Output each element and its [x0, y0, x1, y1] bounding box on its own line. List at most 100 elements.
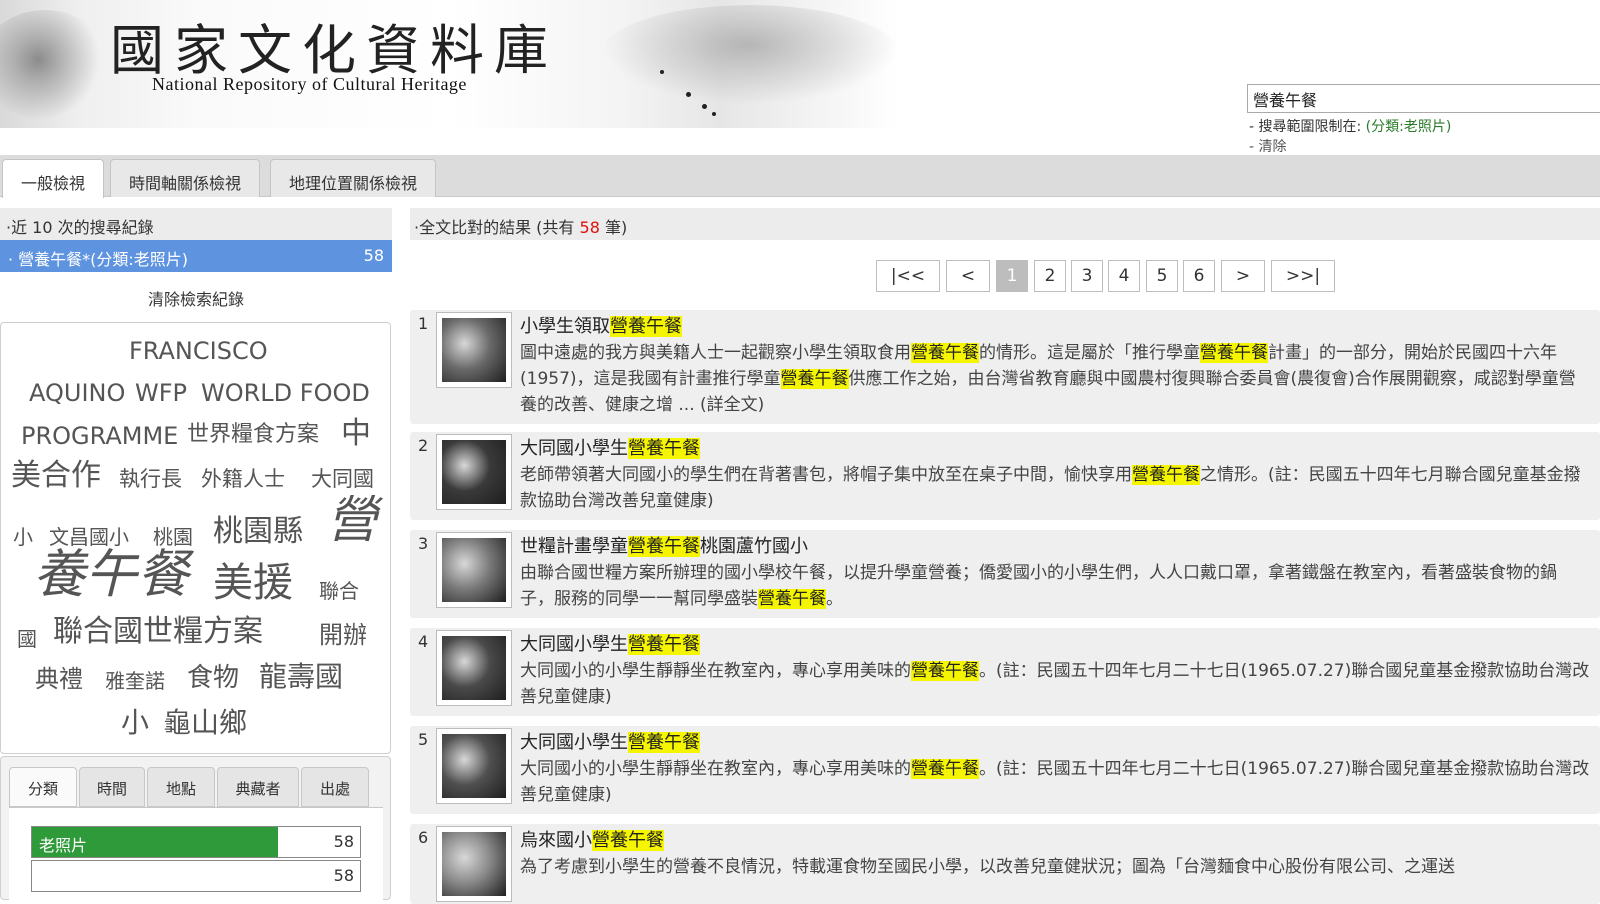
tag-link[interactable]: 美援 [213, 563, 293, 603]
result-description: 大同國小的小學生靜靜坐在教室內，專心享用美味的營養午餐。(註：民國五十四年七月二… [520, 756, 1590, 808]
history-item[interactable]: · 營養午餐*(分類:老照片) 58 [0, 240, 392, 272]
clear-history-button[interactable]: 清除檢索紀錄 [0, 286, 392, 310]
facet-tab-category[interactable]: 分類 [9, 767, 77, 807]
tab-geo-view[interactable]: 地理位置關係檢視 [270, 159, 437, 197]
facet-tab-place[interactable]: 地點 [147, 767, 215, 807]
tag-link[interactable]: 桃園縣 [213, 517, 303, 547]
tag-link[interactable]: 桃園 [153, 527, 193, 547]
highlighted-keyword: 營養午餐 [610, 316, 682, 337]
tag-link[interactable]: 龍壽國 [259, 663, 343, 691]
facet-tab-source[interactable]: 出處 [301, 767, 369, 807]
result-title-text: 大同國小學生 [520, 634, 628, 655]
tag-link[interactable]: 典禮 [35, 667, 83, 691]
result-thumbnail[interactable] [436, 728, 512, 804]
tag-link[interactable]: 文昌國小 [49, 527, 129, 547]
history-item-count: 58 [363, 246, 384, 265]
tag-link[interactable]: 營 [327, 495, 377, 545]
result-title-text: 桃園蘆竹國小 [700, 536, 808, 557]
tab-timeline-view[interactable]: 時間軸關係檢視 [110, 159, 261, 197]
tag-link[interactable]: 聯合國世糧方案 [53, 617, 263, 647]
result-title[interactable]: 大同國小學生營養午餐 [520, 728, 700, 754]
page-button[interactable]: 2 [1034, 260, 1066, 292]
clear-scope-link[interactable]: - 清除 [1249, 136, 1287, 155]
tag-link[interactable]: 美合作 [11, 461, 101, 491]
page-prev-button[interactable]: < [946, 260, 990, 292]
photo-thumbnail-image [442, 734, 506, 798]
tag-link[interactable]: 食物 [187, 665, 239, 691]
tag-link[interactable]: 外籍人士 [201, 469, 285, 490]
result-description: 老師帶領著大同國小的學生們在背著書包，將帽子集中放至在桌子中間，愉快享用營養午餐… [520, 462, 1590, 514]
page-button[interactable]: 6 [1183, 260, 1215, 292]
site-logo-subtitle: National Repository of Cultural Heritage [152, 74, 467, 94]
facet-tab-time[interactable]: 時間 [79, 767, 145, 807]
result-index: 5 [418, 730, 429, 749]
result-title[interactable]: 世糧計畫學童營養午餐桃園蘆竹國小 [520, 532, 808, 558]
tag-link[interactable]: 小 [13, 527, 33, 547]
page-first-button[interactable]: |<< [876, 260, 940, 292]
facet-count: 58 [333, 832, 354, 851]
tag-link[interactable]: FRANCISCO [129, 339, 268, 363]
result-thumbnail[interactable] [436, 434, 512, 510]
search-scope: - 搜尋範圍限制在: (分類:老照片) [1249, 116, 1451, 136]
ink-splat-decoration [702, 104, 707, 109]
site-banner[interactable]: 國家文化資料庫 National Repository of Cultural … [0, 0, 1000, 128]
highlighted-keyword: 營養午餐 [758, 589, 826, 609]
results-heading: ·全文比對的結果 (共有 58 筆) [410, 208, 1600, 240]
highlighted-keyword: 營養午餐 [1200, 343, 1268, 363]
facet-row[interactable]: 老照片 58 [31, 826, 361, 858]
page-next-button[interactable]: > [1221, 260, 1265, 292]
result-thumbnail[interactable] [436, 312, 512, 388]
tag-link[interactable]: 小 [121, 709, 149, 737]
facet-tab-collector[interactable]: 典藏者 [217, 767, 299, 807]
search-input[interactable] [1247, 84, 1600, 113]
ink-swirl-decoration [0, 10, 110, 120]
result-thumbnail[interactable] [436, 630, 512, 706]
result-description: 為了考慮到小學生的營養不良情況，特載運食物至國民小學，以改善兒童健狀況；圖為「台… [520, 854, 1590, 880]
search-scope-value[interactable]: (分類:老照片) [1366, 119, 1452, 135]
result-title[interactable]: 小學生領取營養午餐 [520, 312, 682, 338]
page-button[interactable]: 4 [1108, 260, 1140, 292]
tab-general-view[interactable]: 一般檢視 [2, 159, 105, 198]
history-heading: ·近 10 次的搜尋紀錄 [0, 208, 392, 240]
page-button[interactable]: 5 [1146, 260, 1178, 292]
tag-link[interactable]: 龜山鄉 [163, 709, 247, 737]
tag-link[interactable]: 中 [341, 419, 371, 449]
highlighted-keyword: 營養午餐 [592, 830, 664, 851]
result-item[interactable]: 3 世糧計畫學童營養午餐桃園蘆竹國小 由聯合國世糧方案所辦理的國小學校午餐，以提升學… [410, 530, 1600, 618]
tag-link[interactable]: AQUINO [29, 381, 125, 405]
result-title[interactable]: 烏來國小營養午餐 [520, 826, 664, 852]
result-title-text: 世糧計畫學童 [520, 536, 628, 557]
result-item[interactable]: 5 大同國小學生營養午餐 大同國小的小學生靜靜坐在教室內，專心享用美味的營養午餐。(… [410, 726, 1600, 814]
result-item[interactable]: 4 大同國小學生營養午餐 大同國小的小學生靜靜坐在教室內，專心享用美味的營養午餐。(… [410, 628, 1600, 716]
page-last-button[interactable]: >>| [1271, 260, 1335, 292]
result-description-text: 為了考慮到小學生的營養不良情況，特載運食物至國民小學，以改善兒童健狀況；圖為「台… [520, 857, 1455, 877]
result-item[interactable]: 6 烏來國小營養午餐 為了考慮到小學生的營養不良情況，特載運食物至國民小學，以改善兒… [410, 824, 1600, 904]
highlighted-keyword: 營養午餐 [628, 536, 700, 557]
facet-row[interactable]: 58 [31, 860, 361, 892]
result-thumbnail[interactable] [436, 532, 512, 608]
tag-link[interactable]: WFP [135, 381, 187, 405]
tag-link[interactable]: 世界糧食方案 [187, 424, 319, 446]
highlighted-keyword: 營養午餐 [628, 732, 700, 753]
highlighted-keyword: 營養午餐 [911, 343, 979, 363]
result-thumbnail[interactable] [436, 826, 512, 902]
tag-link[interactable]: PROGRAMME [21, 424, 178, 448]
tag-link[interactable]: WORLD FOOD [201, 381, 370, 405]
tag-link[interactable]: 開辦 [319, 623, 367, 647]
result-description-text: 大同國小的小學生靜靜坐在教室內，專心享用美味的 [520, 661, 911, 681]
tag-link[interactable]: 聯合 [319, 581, 359, 601]
tag-link[interactable]: 國 [17, 629, 37, 649]
facet-body: 老照片 58 58 [9, 807, 383, 901]
photo-thumbnail-image [442, 636, 506, 700]
page-button[interactable]: 3 [1071, 260, 1103, 292]
tag-link[interactable]: 養午餐 [33, 549, 189, 601]
result-title[interactable]: 大同國小學生營養午餐 [520, 434, 700, 460]
tag-link[interactable]: 執行長 [119, 469, 182, 490]
page-button[interactable]: 1 [996, 260, 1028, 292]
tag-link[interactable]: 雅奎諾 [105, 671, 165, 691]
tag-link[interactable]: 大同國 [311, 469, 374, 490]
result-item[interactable]: 2 大同國小學生營養午餐 老師帶領著大同國小的學生們在背著書包，將帽子集中放至在桌子… [410, 432, 1600, 520]
result-item[interactable]: 1 小學生領取營養午餐 圖中遠處的我方與美籍人士一起觀察小學生領取食用營養午餐的情形… [410, 310, 1600, 424]
result-title[interactable]: 大同國小學生營養午餐 [520, 630, 700, 656]
result-title-text: 烏來國小 [520, 830, 592, 851]
